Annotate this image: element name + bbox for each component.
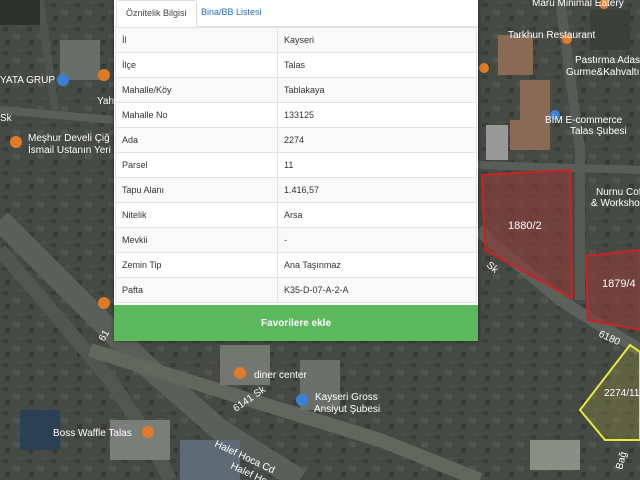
- attribute-value: -: [277, 227, 477, 253]
- attribute-value: Ana Taşınmaz: [277, 252, 477, 278]
- map-label: Maru Minimal Eatery: [532, 0, 624, 9]
- add-to-favorites-button[interactable]: Favorilere ekle: [114, 305, 478, 341]
- map-label: diner center: [254, 370, 307, 381]
- attribute-table: İl Kayseri İlçe Talas Mahalle/Köy Tablakaya…: [115, 27, 477, 303]
- attribute-key: Mahalle No: [115, 102, 278, 128]
- table-row: Mevkii -: [115, 227, 477, 253]
- map-label: Ansiyut Şubesi: [314, 404, 380, 415]
- attribute-panel: Öznitelik Bilgisi Bina/BB Listesi İl Kays…: [114, 0, 478, 341]
- map-label: Yah: [97, 96, 114, 107]
- parcel-label: 2274/11: [604, 388, 640, 399]
- attribute-value: Tablakaya: [277, 77, 477, 103]
- attribute-value: 11: [277, 152, 477, 178]
- attribute-value: Arsa: [277, 202, 477, 228]
- attribute-key: Nitelik: [115, 202, 278, 228]
- map-label: Talas Şubesi: [570, 126, 627, 137]
- map-label: Boss Waffle Talas: [53, 428, 132, 439]
- attribute-key: Tapu Alanı: [115, 177, 278, 203]
- map-label: BİM E-commerce: [545, 113, 623, 126]
- attribute-value: 133125: [277, 102, 477, 128]
- attribute-value: Kayseri: [277, 27, 477, 53]
- attribute-key: Parsel: [115, 152, 278, 178]
- tab-bar: Öznitelik Bilgisi Bina/BB Listesi: [114, 0, 478, 27]
- table-row: Tapu Alanı 1.416,57: [115, 177, 477, 203]
- map-label: Tarkhun Restaurant: [508, 30, 595, 41]
- map-label: Nurnu Coffee: [596, 187, 640, 198]
- attribute-key: Mahalle/Köy: [115, 77, 278, 103]
- map-label: Gurme&Kahvaltı: [566, 67, 639, 78]
- map-label: & Workshop: [591, 198, 640, 209]
- table-row: İlçe Talas: [115, 52, 477, 78]
- table-row: Nitelik Arsa: [115, 202, 477, 228]
- map-label: Kayseri Gross: [315, 392, 378, 403]
- attribute-value: 1.416,57: [277, 177, 477, 203]
- table-row: Ada 2274: [115, 127, 477, 153]
- map-label: İsmail Ustanın Yeri: [28, 143, 111, 156]
- attribute-key: Zemin Tip: [115, 252, 278, 278]
- map-label: Meşhur Develi Çiğ: [28, 133, 110, 144]
- parcel-label: 1879/4: [602, 278, 636, 290]
- table-row: Zemin Tip Ana Taşınmaz: [115, 252, 477, 278]
- parcel-label: 1880/2: [508, 220, 542, 232]
- attribute-value: Talas: [277, 52, 477, 78]
- attribute-value: 2274: [277, 127, 477, 153]
- attribute-key: İlçe: [115, 52, 278, 78]
- attribute-key: Ada: [115, 127, 278, 153]
- table-row: Pafta K35-D-07-A-2-A: [115, 277, 477, 303]
- tab-attributes[interactable]: Öznitelik Bilgisi: [116, 0, 197, 27]
- map-label: YATA GRUP: [0, 75, 55, 86]
- map-label: Pastırma Adası: [575, 55, 640, 66]
- attribute-key: Mevkii: [115, 227, 278, 253]
- attribute-value: K35-D-07-A-2-A: [277, 277, 477, 303]
- table-row: Parsel 11: [115, 152, 477, 178]
- attribute-key: Pafta: [115, 277, 278, 303]
- table-row: Mahalle No 133125: [115, 102, 477, 128]
- tab-building-list[interactable]: Bina/BB Listesi: [192, 0, 271, 26]
- table-row: Mahalle/Köy Tablakaya: [115, 77, 477, 103]
- table-row: İl Kayseri: [115, 27, 477, 53]
- map-label: Sk: [0, 113, 13, 124]
- attribute-key: İl: [115, 27, 278, 53]
